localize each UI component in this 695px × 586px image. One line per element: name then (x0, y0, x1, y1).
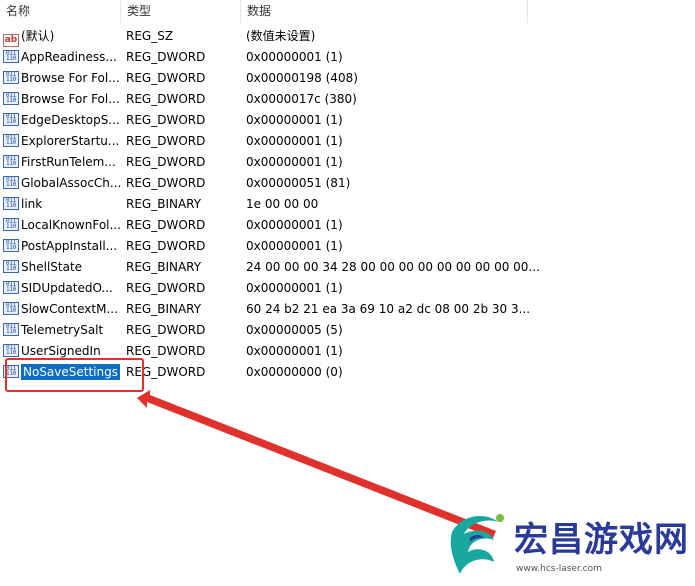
watermark: 宏昌游戏网 www.hcs-laser.com (440, 500, 690, 582)
watermark-url: www.hcs-laser.com (516, 564, 602, 574)
annotation-arrow (137, 390, 496, 538)
watermark-text: 宏昌游戏网 (514, 520, 689, 560)
watermark-logo-icon (450, 514, 504, 574)
